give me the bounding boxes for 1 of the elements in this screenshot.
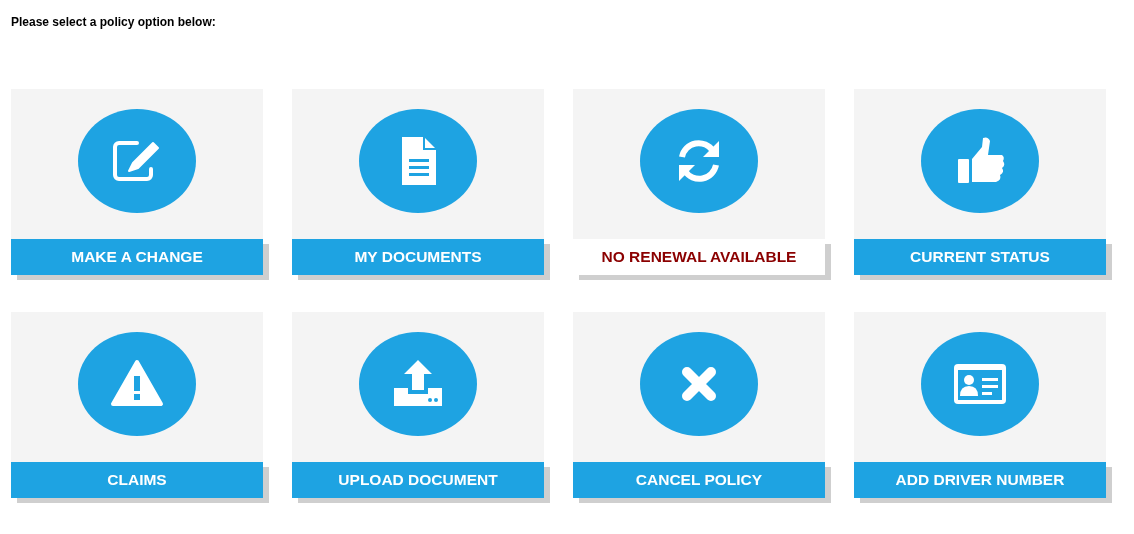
page-heading: Please select a policy option below:	[11, 15, 217, 29]
